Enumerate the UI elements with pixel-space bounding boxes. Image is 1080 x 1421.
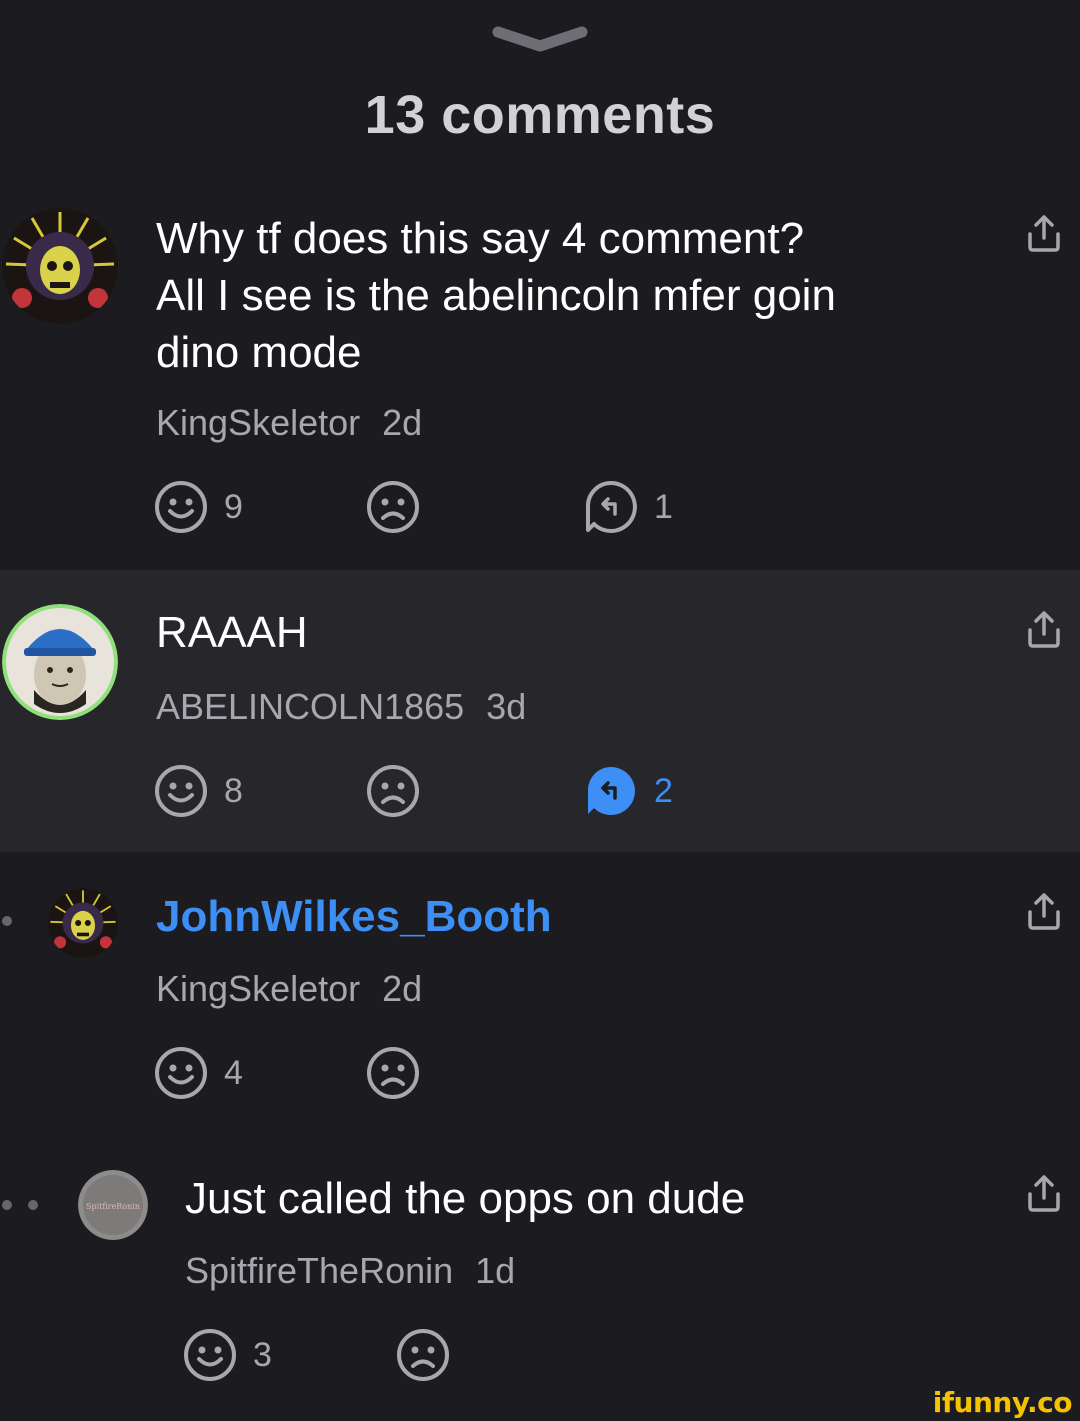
skull-avatar-icon — [2, 208, 118, 324]
page-title: 13 comments — [364, 85, 716, 145]
unsmile-icon — [367, 481, 419, 533]
reply-count: 2 — [654, 771, 673, 810]
avatar[interactable] — [2, 208, 118, 324]
author-name[interactable]: KingSkeletor — [156, 402, 360, 443]
thread-depth-indicator — [2, 916, 12, 926]
smile-count: 9 — [224, 487, 243, 526]
comment-age: 3d — [486, 686, 527, 727]
smile-count: 4 — [224, 1053, 243, 1092]
share-button[interactable] — [1024, 214, 1064, 254]
unsmile-button[interactable] — [396, 1328, 450, 1382]
avatar[interactable] — [48, 888, 118, 958]
spitfire-avatar-icon: SpitfireRonin — [78, 1170, 148, 1240]
thread-depth-indicator — [2, 1200, 38, 1210]
smile-icon — [155, 481, 207, 533]
unsmile-button[interactable] — [366, 1046, 420, 1100]
smile-button[interactable]: 3 — [183, 1328, 272, 1382]
comment-age: 2d — [382, 402, 423, 443]
comment-text: Why tf does this say 4 comment? — [156, 214, 805, 263]
watermark: ifunny.co — [932, 1386, 1073, 1419]
comment-text: dino mode — [156, 328, 362, 377]
avatar[interactable]: SpitfireRonin — [78, 1170, 148, 1240]
smile-button[interactable]: 4 — [154, 1046, 243, 1100]
comment-item: RAAAH ABELINCOLN1865 3d 8 2 — [0, 570, 1080, 852]
avatar-text: SpitfireRonin — [86, 1202, 140, 1211]
reply-active-icon — [587, 767, 635, 815]
smile-button[interactable]: 8 — [154, 764, 243, 818]
share-icon — [1028, 893, 1060, 930]
smile-icon — [155, 1047, 207, 1099]
author-name[interactable]: SpitfireTheRonin — [185, 1250, 453, 1291]
share-icon — [1028, 215, 1060, 252]
smile-icon — [155, 765, 207, 817]
share-button[interactable] — [1024, 892, 1064, 932]
comment-text: Just called the opps on dude — [185, 1174, 746, 1223]
author-name[interactable]: KingSkeletor — [156, 968, 360, 1009]
smile-icon — [184, 1329, 236, 1381]
comment-age: 1d — [475, 1250, 516, 1291]
comment-age: 2d — [382, 968, 423, 1009]
reply-count: 1 — [654, 487, 673, 526]
smile-button[interactable]: 9 — [154, 480, 243, 534]
comment-text: All I see is the abelincoln mfer goin — [156, 271, 836, 320]
share-icon — [1028, 1175, 1060, 1212]
smile-count: 8 — [224, 771, 243, 810]
mention-link[interactable]: JohnWilkes_Booth — [156, 888, 976, 945]
share-icon — [1028, 611, 1060, 648]
unsmile-button[interactable] — [366, 480, 420, 534]
comment-item: JohnWilkes_Booth KingSkeletor 2d 4 — [0, 852, 1080, 1134]
author-name[interactable]: ABELINCOLN1865 — [156, 686, 464, 727]
unsmile-button[interactable] — [366, 764, 420, 818]
avatar[interactable] — [2, 604, 118, 720]
comment-item: Why tf does this say 4 comment? All I se… — [0, 190, 1080, 570]
drag-handle-icon[interactable] — [490, 24, 590, 54]
share-button[interactable] — [1024, 1174, 1064, 1214]
reply-icon — [585, 480, 637, 533]
share-button[interactable] — [1024, 610, 1064, 650]
comment-text: RAAAH — [156, 608, 308, 657]
reply-button[interactable]: 1 — [584, 480, 673, 534]
comment-item: SpitfireRonin Just called the opps on du… — [0, 1134, 1080, 1421]
unsmile-icon — [397, 1329, 449, 1381]
unsmile-icon — [367, 1047, 419, 1099]
lincoln-avatar-icon — [2, 604, 118, 720]
skull-avatar-icon — [48, 888, 118, 958]
smile-count: 3 — [253, 1335, 272, 1374]
unsmile-icon — [367, 765, 419, 817]
reply-button[interactable]: 2 — [584, 764, 673, 818]
